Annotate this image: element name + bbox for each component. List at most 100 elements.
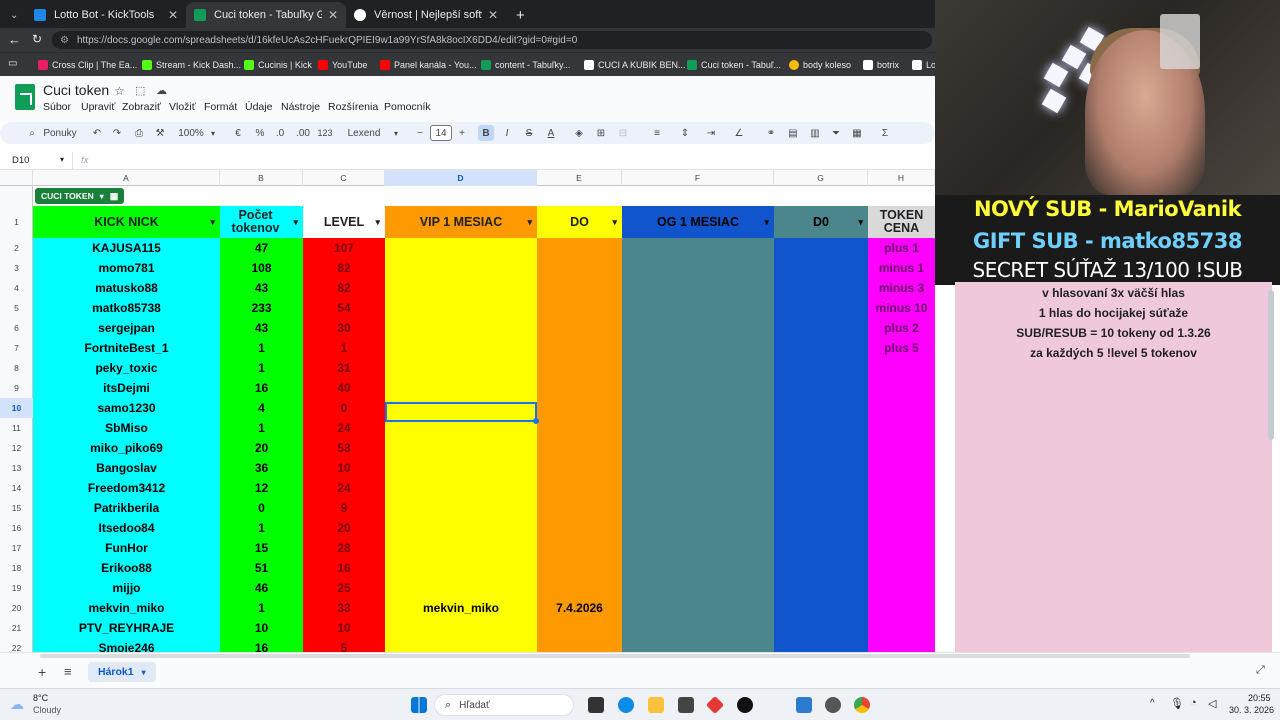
- cell-level[interactable]: 0: [303, 398, 385, 418]
- fill-color-icon[interactable]: ◈: [572, 125, 586, 141]
- header-vip[interactable]: VIP 1 MESIAC ▾: [385, 206, 537, 238]
- cell-do[interactable]: [537, 498, 622, 518]
- cell-vip[interactable]: [385, 318, 537, 338]
- cell-tokens[interactable]: 43: [220, 318, 303, 338]
- microphone-icon[interactable]: 🎙: [1170, 697, 1184, 710]
- font-size-plus-button[interactable]: +: [456, 125, 468, 141]
- cell-do[interactable]: [537, 638, 622, 652]
- font-select[interactable]: Lexend: [344, 125, 384, 141]
- cell-vip[interactable]: [385, 578, 537, 598]
- chevron-down-icon[interactable]: ▾: [527, 216, 532, 229]
- cell-level[interactable]: 30: [303, 318, 385, 338]
- close-icon[interactable]: ✕: [488, 8, 498, 22]
- menu-data[interactable]: Údaje: [245, 101, 272, 113]
- obs-icon[interactable]: [825, 697, 841, 713]
- cell-kick-nick[interactable]: peky_toxic: [33, 358, 220, 378]
- row-header[interactable]: 1: [0, 206, 33, 238]
- row-header[interactable]: 4: [0, 278, 33, 298]
- store-icon[interactable]: [678, 697, 694, 713]
- header-d0[interactable]: D0 ▾: [774, 206, 868, 238]
- cell-token-cena[interactable]: [868, 418, 935, 438]
- row-header[interactable]: 16: [0, 518, 33, 538]
- tab-vernost[interactable]: Věrnost | Nejlepší software pro vyh ✕: [346, 2, 506, 28]
- volume-icon[interactable]: ◁: [1208, 697, 1216, 710]
- cell-tokens[interactable]: 15: [220, 538, 303, 558]
- cell-level[interactable]: 1: [303, 338, 385, 358]
- cell-tokens[interactable]: 16: [220, 378, 303, 398]
- cell-vip[interactable]: [385, 338, 537, 358]
- cell-tokens[interactable]: 47: [220, 238, 303, 258]
- cell-kick-nick[interactable]: Itsedoo84: [33, 518, 220, 538]
- header-pocet-tokenov[interactable]: Počet tokenov ▾: [220, 206, 303, 238]
- cell-level[interactable]: 24: [303, 418, 385, 438]
- horizontal-scrollbar[interactable]: [40, 653, 1200, 659]
- cell-level[interactable]: 20: [303, 518, 385, 538]
- cell-token-cena[interactable]: [868, 578, 935, 598]
- file-explorer-icon[interactable]: [648, 697, 664, 713]
- vertical-align-icon[interactable]: ⇕: [678, 125, 692, 141]
- cell-vip[interactable]: [385, 358, 537, 378]
- tab-search-button[interactable]: ⌄: [2, 2, 24, 28]
- strikethrough-button[interactable]: S: [522, 125, 536, 141]
- cell-token-cena[interactable]: [868, 478, 935, 498]
- cell-tokens[interactable]: 20: [220, 438, 303, 458]
- cell-tokens[interactable]: 233: [220, 298, 303, 318]
- comment-icon[interactable]: ▤: [786, 125, 800, 141]
- chevron-down-icon[interactable]: ▾: [392, 125, 400, 141]
- edge-icon[interactable]: [618, 697, 634, 713]
- text-color-button[interactable]: A: [544, 125, 558, 141]
- cell-kick-nick[interactable]: samo1230: [33, 398, 220, 418]
- column-header-d[interactable]: D: [385, 170, 537, 186]
- bookmark[interactable]: Panel kanála - You...: [380, 57, 477, 73]
- chart-icon[interactable]: ▥: [808, 125, 822, 141]
- chevron-down-icon[interactable]: ▾: [208, 125, 218, 141]
- cell-vip[interactable]: [385, 478, 537, 498]
- clock-time[interactable]: 20:55: [1248, 693, 1271, 703]
- star-icon[interactable]: ☆: [114, 84, 125, 98]
- wifi-icon[interactable]: ◔: [1190, 697, 1197, 709]
- cloud-status-icon[interactable]: ☁: [156, 84, 167, 97]
- column-header-g[interactable]: G: [774, 170, 868, 186]
- row-header[interactable]: 13: [0, 458, 33, 478]
- taskbar-search[interactable]: ⌕ Hľadať: [434, 694, 574, 716]
- bold-button[interactable]: B: [478, 125, 494, 141]
- cell-do[interactable]: [537, 378, 622, 398]
- cell-kick-nick[interactable]: momo781: [33, 258, 220, 278]
- cell-do[interactable]: [537, 278, 622, 298]
- header-og[interactable]: OG 1 MESIAC ▾: [622, 206, 774, 238]
- chevron-down-icon[interactable]: ▾: [375, 216, 380, 229]
- cell-kick-nick[interactable]: Patrikberila: [33, 498, 220, 518]
- formula-input[interactable]: [100, 153, 930, 169]
- cell-vip[interactable]: [385, 458, 537, 478]
- cell-kick-nick[interactable]: FortniteBest_1: [33, 338, 220, 358]
- row-header[interactable]: 21: [0, 618, 33, 638]
- weather-icon[interactable]: ☁: [10, 696, 24, 713]
- column-header-c[interactable]: C: [303, 170, 385, 186]
- all-sheets-icon[interactable]: ≡: [64, 664, 72, 679]
- row-header[interactable]: 6: [0, 318, 33, 338]
- bookmark[interactable]: YouTube: [318, 57, 367, 73]
- tiktok-icon[interactable]: [737, 697, 753, 713]
- cell-do[interactable]: [537, 258, 622, 278]
- name-box[interactable]: D10: [12, 155, 29, 166]
- cell-token-cena[interactable]: plus 1: [868, 238, 935, 258]
- cell-level[interactable]: 82: [303, 278, 385, 298]
- bookmark[interactable]: Lo: [912, 57, 936, 73]
- cell-level[interactable]: 53: [303, 438, 385, 458]
- cell-kick-nick[interactable]: Erikoo88: [33, 558, 220, 578]
- row-header[interactable]: 14: [0, 478, 33, 498]
- number-format-button[interactable]: 123: [316, 125, 334, 141]
- cell-level[interactable]: 5: [303, 638, 385, 652]
- menu-search-input[interactable]: Ponuky: [42, 125, 78, 141]
- cell-do[interactable]: [537, 478, 622, 498]
- menu-insert[interactable]: Vložiť: [169, 101, 196, 113]
- column-header-b[interactable]: B: [220, 170, 303, 186]
- menu-view[interactable]: Zobraziť: [122, 101, 161, 113]
- increase-decimal-button[interactable]: .00: [294, 125, 312, 141]
- row-header[interactable]: 3: [0, 258, 33, 278]
- cell-tokens[interactable]: 1: [220, 518, 303, 538]
- row-header[interactable]: 5: [0, 298, 33, 318]
- cell-vip[interactable]: [385, 298, 537, 318]
- sheet-tab-harok1[interactable]: Hárok1 ▾: [88, 662, 156, 682]
- cell-token-cena[interactable]: [868, 378, 935, 398]
